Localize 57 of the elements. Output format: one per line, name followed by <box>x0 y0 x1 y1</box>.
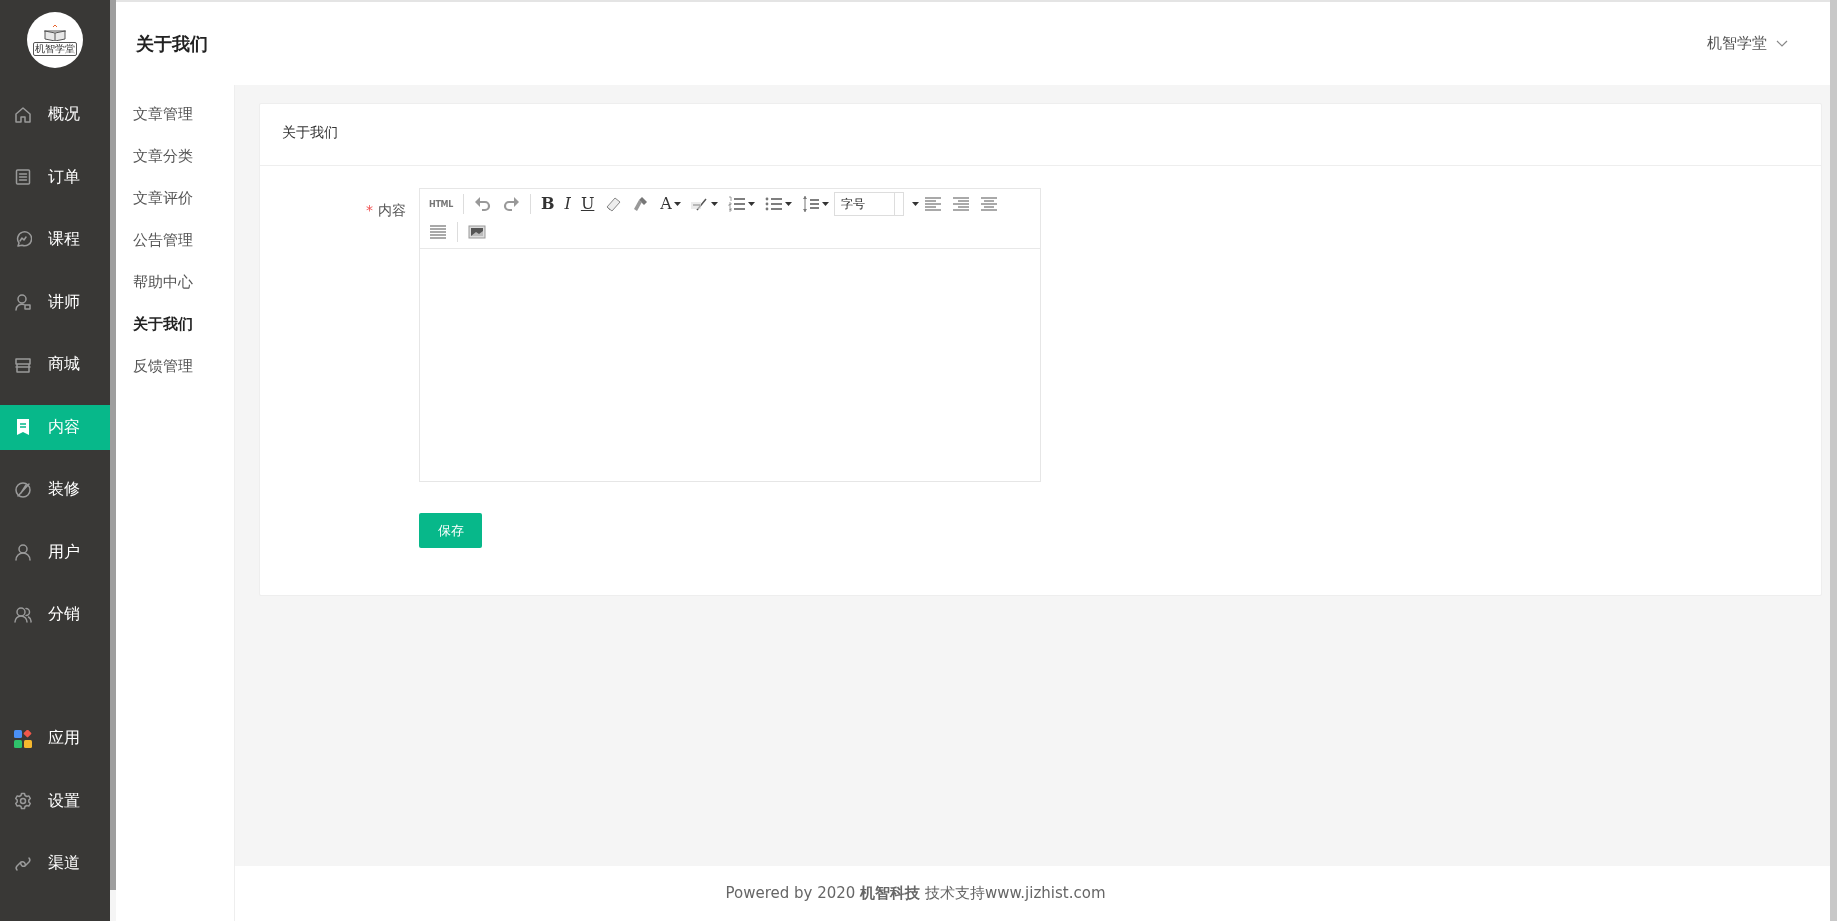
italic-button[interactable]: I <box>559 192 576 216</box>
field-label-text: 内容 <box>378 202 406 218</box>
undo-icon <box>474 195 492 213</box>
sidebar-item[interactable]: 用户 <box>0 529 110 575</box>
align-right-icon <box>951 195 970 213</box>
card-title: 关于我们 <box>260 104 1821 166</box>
logo: 机智学堂 <box>27 12 83 68</box>
subnav-item[interactable]: 关于我们 <box>116 309 234 351</box>
sidebar-item[interactable]: 渠道 <box>0 841 110 886</box>
rich-text-editor[interactable]: HTML B I U A 字号 <box>419 188 1041 482</box>
document-icon <box>14 418 32 436</box>
eraser-icon <box>604 195 623 213</box>
line-height-icon <box>801 195 820 213</box>
subnav-item[interactable]: 帮助中心 <box>116 267 234 309</box>
justify-icon <box>429 223 447 241</box>
footer-text: Powered by 2020 机智科技 技术支持www.jizhist.com <box>725 884 1106 903</box>
align-center-icon <box>979 195 998 213</box>
users-icon <box>14 605 32 624</box>
user-menu[interactable]: 机智学堂 <box>1707 34 1788 53</box>
sidebar-item[interactable]: 应用 <box>0 716 110 761</box>
store-icon <box>14 355 32 374</box>
sidebar-item[interactable]: 设置 <box>0 778 110 824</box>
page-title: 关于我们 <box>136 31 208 56</box>
bold-button[interactable]: B <box>536 192 560 216</box>
subnav-item[interactable]: 文章管理 <box>116 99 234 141</box>
redo-icon <box>502 195 520 213</box>
chat-icon <box>14 230 32 249</box>
sidebar-item[interactable]: 课程 <box>0 217 110 262</box>
scrollbar[interactable] <box>110 0 116 890</box>
image-icon <box>468 223 486 241</box>
required-mark: * <box>366 202 373 218</box>
sidebar-item[interactable]: 讲师 <box>0 279 110 325</box>
chevron-down-icon <box>1776 39 1788 48</box>
align-left-icon <box>923 195 942 213</box>
numbered-list-icon <box>727 195 746 213</box>
html-mode-button[interactable]: HTML <box>424 192 458 216</box>
list-icon <box>14 168 32 186</box>
sidebar-item[interactable]: 装修 <box>0 467 110 512</box>
subnav-item[interactable]: 公告管理 <box>116 225 234 267</box>
user-icon <box>14 543 32 561</box>
bullet-list-icon <box>764 195 783 213</box>
font-color-button[interactable]: A <box>655 192 686 216</box>
apps-icon <box>14 729 32 748</box>
subnav-item[interactable]: 文章分类 <box>116 141 234 183</box>
font-size-select[interactable]: 字号 <box>833 192 904 216</box>
sidebar-item[interactable]: 商城 <box>0 342 110 387</box>
sidebar-item[interactable]: 订单 <box>0 154 110 200</box>
subnav-item[interactable]: 反馈管理 <box>116 351 234 393</box>
caret-icon <box>911 202 919 206</box>
scrollbar[interactable] <box>1830 0 1837 921</box>
home-icon <box>14 105 32 124</box>
subnav-item[interactable]: 文章评价 <box>116 183 234 225</box>
underline-button[interactable]: U <box>575 192 600 216</box>
gear-icon <box>14 792 32 810</box>
sidebar-item[interactable]: 概况 <box>0 92 110 137</box>
sidebar-item[interactable]: 分销 <box>0 592 110 637</box>
user-icon <box>14 293 32 311</box>
